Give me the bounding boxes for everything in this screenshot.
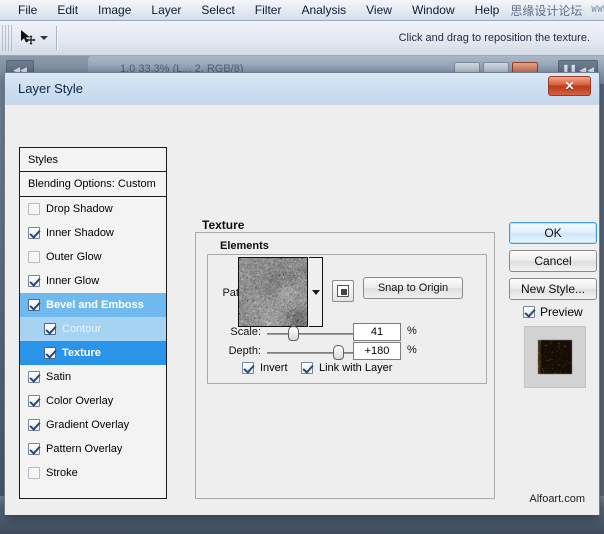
style-row-label: Inner Glow (46, 275, 99, 287)
menu-item-filter[interactable]: Filter (245, 0, 292, 20)
options-bar-separator (56, 26, 57, 50)
menu-item-window[interactable]: Window (402, 0, 465, 20)
style-preview-box (524, 326, 586, 388)
style-row-satin[interactable]: Satin (20, 365, 166, 389)
style-row-label: Inner Shadow (46, 227, 114, 239)
invert-checkbox-row[interactable]: Invert (242, 362, 288, 374)
style-row-label: Color Overlay (46, 395, 113, 407)
style-row-pattern-overlay[interactable]: Pattern Overlay (20, 437, 166, 461)
depth-slider-thumb[interactable] (333, 345, 344, 360)
preview-checkbox[interactable] (523, 306, 535, 318)
style-row-bevel-and-emboss[interactable]: Bevel and Emboss (20, 293, 166, 317)
styles-rows-container: Drop Shadow Inner Shadow Outer Glow Inner G… (20, 197, 166, 485)
invert-label: Invert (260, 362, 288, 374)
style-checkbox[interactable] (28, 203, 40, 215)
style-checkbox[interactable] (28, 227, 40, 239)
move-tool-icon (19, 29, 37, 47)
blending-options-row[interactable]: Blending Options: Custom (20, 172, 166, 197)
scale-slider-thumb[interactable] (288, 326, 299, 341)
style-row-stroke[interactable]: Stroke (20, 461, 166, 485)
pattern-thumbnail-canvas (239, 258, 308, 327)
link-with-layer-checkbox[interactable] (301, 362, 313, 374)
new-preset-button[interactable] (332, 280, 354, 302)
style-checkbox[interactable] (28, 251, 40, 263)
watermark-chinese: 思缘设计论坛 (510, 2, 582, 19)
move-tool-button[interactable] (16, 25, 50, 51)
style-row-color-overlay[interactable]: Color Overlay (20, 389, 166, 413)
scale-unit: % (407, 325, 417, 337)
style-row-gradient-overlay[interactable]: Gradient Overlay (20, 413, 166, 437)
scale-label: Scale: (205, 326, 261, 338)
new-preset-icon (337, 285, 349, 297)
style-row-drop-shadow[interactable]: Drop Shadow (20, 197, 166, 221)
dialog-body: Styles Blending Options: Custom Drop Sha… (5, 105, 599, 515)
preview-label: Preview (540, 305, 583, 319)
style-checkbox[interactable] (28, 371, 40, 383)
style-row-label: Outer Glow (46, 251, 102, 263)
dialog-close-button[interactable]: ✕ (548, 76, 591, 96)
chevron-down-icon (312, 290, 320, 295)
menu-item-layer[interactable]: Layer (141, 0, 191, 20)
scale-value-input[interactable]: 41 (353, 323, 401, 341)
style-row-contour[interactable]: Contour (20, 317, 166, 341)
styles-list-header[interactable]: Styles (20, 148, 166, 172)
menu-item-analysis[interactable]: Analysis (291, 0, 356, 20)
style-checkbox[interactable] (28, 299, 40, 311)
menu-item-file[interactable]: File (8, 0, 47, 20)
depth-label: Depth: (205, 345, 261, 357)
invert-checkbox[interactable] (242, 362, 254, 374)
style-row-label: Drop Shadow (46, 203, 113, 215)
style-checkbox[interactable] (28, 275, 40, 287)
options-bar-grip[interactable] (2, 25, 12, 51)
style-checkbox[interactable] (28, 443, 40, 455)
preview-checkbox-row[interactable]: Preview (523, 305, 583, 319)
style-row-texture[interactable]: Texture (20, 341, 166, 365)
options-bar: Click and drag to reposition the texture… (0, 21, 604, 56)
dialog-title-bar[interactable]: Layer Style ✕ (5, 73, 599, 105)
style-row-label: Texture (62, 347, 101, 359)
depth-unit: % (407, 344, 417, 356)
style-row-inner-glow[interactable]: Inner Glow (20, 269, 166, 293)
style-checkbox[interactable] (28, 395, 40, 407)
footer-watermark: Alfoart.com (529, 493, 585, 505)
menu-item-edit[interactable]: Edit (47, 0, 88, 20)
pattern-dropdown-button[interactable] (309, 257, 323, 327)
menu-bar: File Edit Image Layer Select Filter Anal… (0, 0, 604, 21)
style-row-label: Satin (46, 371, 71, 383)
dialog-title: Layer Style (18, 81, 83, 96)
depth-value-input[interactable]: +180 (353, 342, 401, 360)
texture-group-title: Texture (197, 218, 249, 232)
layer-style-dialog: Layer Style ✕ Styles Blending Options: C… (4, 72, 600, 515)
style-preview-thumbnail (533, 335, 577, 379)
tool-preset-chevron-down-icon[interactable] (40, 36, 48, 40)
pattern-swatch[interactable] (238, 257, 308, 327)
watermark-url: WWW.MISSYUAN.COM (591, 5, 604, 15)
link-with-layer-checkbox-row[interactable]: Link with Layer (301, 362, 392, 374)
menu-item-help[interactable]: Help (465, 0, 510, 20)
menu-item-select[interactable]: Select (191, 0, 244, 20)
style-row-outer-glow[interactable]: Outer Glow (20, 245, 166, 269)
style-checkbox[interactable] (28, 419, 40, 431)
style-checkbox[interactable] (28, 467, 40, 479)
options-bar-hint: Click and drag to reposition the texture… (399, 32, 590, 44)
style-row-label: Bevel and Emboss (46, 299, 144, 311)
link-with-layer-label: Link with Layer (319, 362, 392, 374)
cancel-button[interactable]: Cancel (509, 250, 597, 272)
style-row-inner-shadow[interactable]: Inner Shadow (20, 221, 166, 245)
menu-item-view[interactable]: View (356, 0, 402, 20)
style-checkbox[interactable] (44, 347, 56, 359)
style-checkbox[interactable] (44, 323, 56, 335)
elements-group-title: Elements (215, 240, 274, 252)
style-row-label: Contour (62, 323, 101, 335)
style-row-label: Pattern Overlay (46, 443, 122, 455)
style-row-label: Gradient Overlay (46, 419, 129, 431)
new-style-button[interactable]: New Style... (509, 278, 597, 300)
snap-to-origin-button[interactable]: Snap to Origin (363, 277, 463, 299)
menu-item-image[interactable]: Image (88, 0, 141, 20)
ok-button[interactable]: OK (509, 222, 597, 244)
style-row-label: Stroke (46, 467, 78, 479)
styles-list-panel: Styles Blending Options: Custom Drop Sha… (19, 147, 167, 499)
